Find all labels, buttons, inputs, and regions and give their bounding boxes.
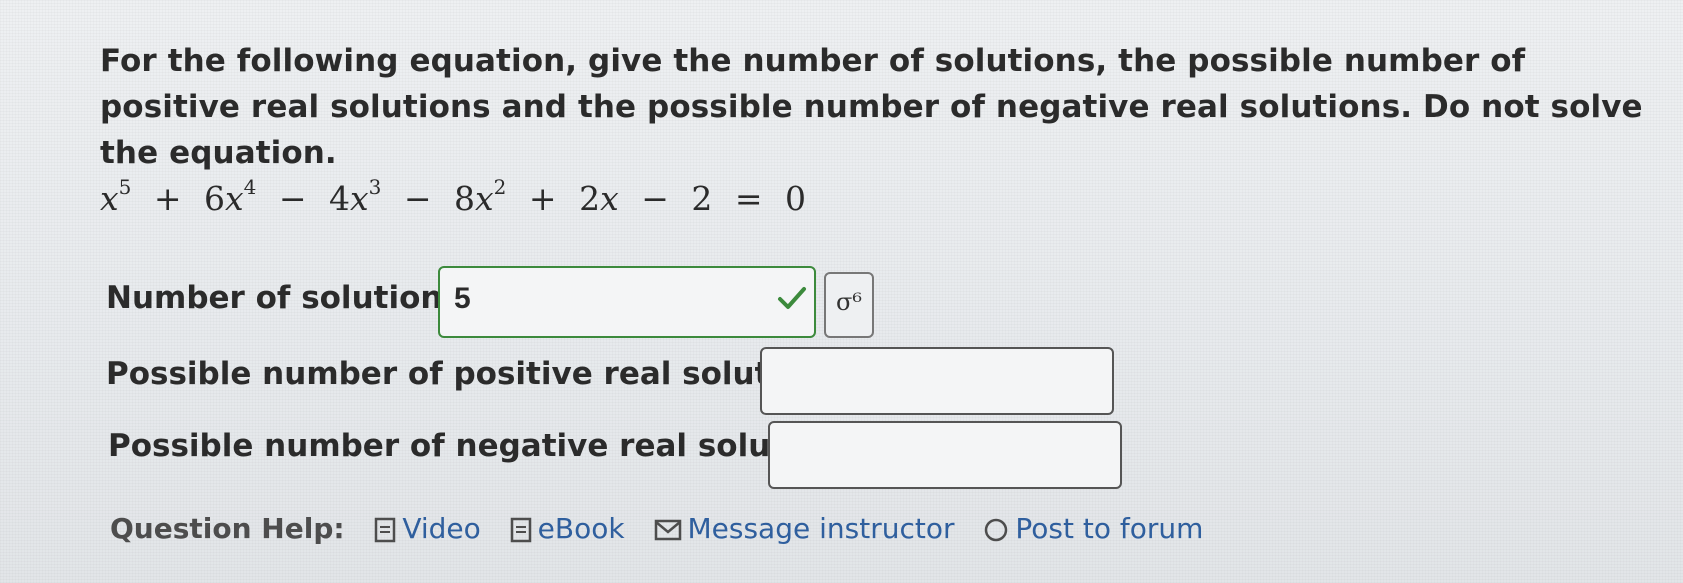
ebook-label: eBook [537,512,625,545]
sigma-icon: σ⁶ [835,288,862,316]
eq-rhs: 0 [785,179,806,218]
post-to-forum-label: Post to forum [1015,512,1204,545]
eq-coefficient: 6 [204,179,226,218]
eq-exponent: 2 [493,175,507,199]
math-preview-button[interactable]: σ⁶ [824,272,874,338]
eq-operator: + [153,179,182,218]
question-help-bar: Question Help: Video eBook Message instr… [110,512,1203,545]
eq-term: x [225,179,244,218]
eq-operator: − [641,179,669,218]
video-link[interactable]: Video [374,512,489,545]
solutions-value: 5 [454,282,471,315]
ebook-link[interactable]: eBook [510,512,634,545]
message-instructor-link[interactable]: Message instructor [654,512,964,545]
video-label: Video [402,512,481,545]
polynomial-equation: x5 + 6x4 − 4x3 − 8x2 + 2x − 2 = 0 [100,175,806,218]
eq-operator: + [528,179,557,218]
eq-operator: − [403,179,432,218]
question-prompt: For the following equation, give the num… [100,43,1643,171]
document-icon [375,517,396,543]
speech-bubble-icon [985,518,1008,542]
positive-label: Possible number of positive real solutio… [106,356,855,392]
document-icon [510,517,531,543]
solutions-input[interactable]: 5 [438,266,816,338]
checkmark-icon [778,287,806,309]
eq-coefficient: 8 [454,179,476,218]
eq-coefficient: 2 [579,179,601,218]
message-instructor-label: Message instructor [687,512,955,545]
negative-solutions-input[interactable] [768,421,1122,489]
eq-constant: 2 [691,179,713,218]
envelope-icon [654,519,681,541]
solutions-label: Number of solutions: [106,280,474,316]
post-to-forum-link[interactable]: Post to forum [983,512,1203,545]
eq-exponent: 4 [243,175,257,199]
eq-term: x [600,179,619,218]
positive-solutions-input[interactable] [760,347,1114,415]
eq-equals: = [734,179,763,218]
eq-operator: − [278,179,307,218]
eq-term: x [475,179,494,218]
eq-term: x [350,179,369,218]
eq-term: x [100,179,119,218]
eq-coefficient: 4 [329,179,351,218]
eq-exponent: 5 [118,175,132,199]
eq-exponent: 3 [368,175,382,199]
help-label: Question Help: [110,512,345,545]
negative-label: Possible number of negative real solutio… [108,428,870,464]
